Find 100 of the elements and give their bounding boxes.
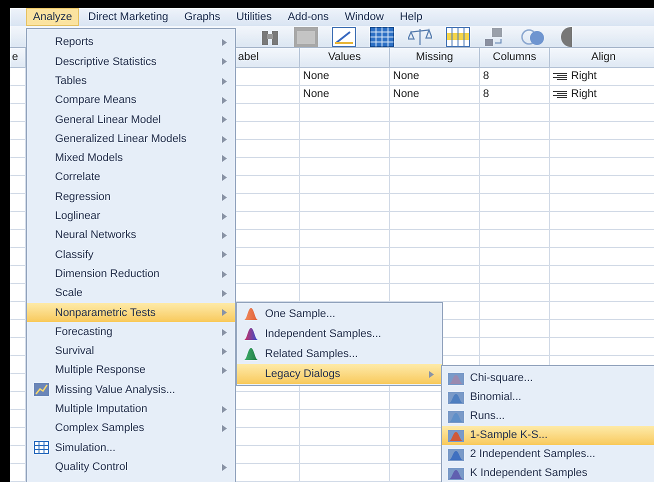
table-cell-text: None [393, 87, 420, 102]
menu-item-label: Runs... [470, 409, 506, 424]
menu-item-label: Quality Control [55, 460, 129, 475]
scales-icon[interactable] [408, 26, 432, 46]
test-icon [448, 392, 464, 404]
column-header: abel [238, 50, 259, 66]
menu-item-label: Related Samples... [265, 346, 359, 362]
menu-item[interactable]: Independent Samples... [237, 324, 442, 344]
menu-item[interactable]: Descriptive Statistics [27, 52, 235, 72]
menu-item-label: Forecasting [55, 324, 114, 340]
test-icon [448, 410, 464, 422]
bell-curve-icon [244, 328, 258, 340]
menu-item[interactable]: Nonparametric Tests [27, 303, 235, 322]
menu-item[interactable]: Complex Samples [27, 418, 235, 438]
menu-item-label: Descriptive Statistics [55, 54, 158, 70]
menu-bar-item[interactable]: Window [338, 8, 391, 26]
column-header: Columns [492, 50, 536, 66]
table-icon[interactable] [446, 26, 470, 46]
menu-bar-item[interactable]: Add-ons [280, 8, 336, 26]
menu-item[interactable]: Related Samples... [237, 344, 442, 364]
chart-edit-icon[interactable] [332, 26, 356, 46]
menu-item[interactable]: One Sample... [237, 304, 442, 324]
menu-item[interactable]: 2 Independent Samples... [442, 445, 654, 464]
menu-item-label: Generalized Linear Models [55, 132, 188, 147]
menu-item[interactable]: Dimension Reduction [27, 264, 235, 284]
menu-item[interactable]: Survival [27, 342, 235, 362]
menu-item-label: Tables [55, 74, 88, 89]
submenu-arrow-icon [222, 116, 227, 124]
window-icon[interactable] [294, 26, 318, 46]
menu-item[interactable]: K Independent Samples [442, 464, 654, 482]
menu-item-label: Loglinear [55, 209, 102, 224]
menu-item[interactable]: Scale [27, 284, 235, 304]
menu-item[interactable]: Mixed Models [27, 148, 235, 168]
menu-item[interactable]: Forecasting [27, 322, 235, 342]
table-icon[interactable] [370, 26, 394, 46]
menu-item[interactable]: Generalized Linear Models [27, 129, 235, 149]
submenu-arrow-icon [222, 367, 227, 374]
menu-item[interactable]: Chi-square... [442, 369, 654, 388]
menu-item[interactable]: Tables [27, 72, 235, 91]
table-cell-text: None [303, 69, 330, 84]
submenu-arrow-icon [222, 212, 227, 220]
menu-item-label: Multiple Imputation [55, 402, 148, 418]
menu-item[interactable]: Regression [27, 187, 235, 207]
menu-item-label: Survival [55, 344, 96, 360]
submenu-arrow-icon [222, 425, 227, 432]
menu-item-label: Mixed Models [55, 151, 124, 166]
menu-item-label: Regression [55, 190, 112, 205]
submenu-arrow-icon [222, 290, 227, 297]
menu-item-label: K Independent Samples [470, 466, 588, 482]
menu-item[interactable]: Correlate [27, 168, 235, 188]
menu-item-label: Missing Value Analysis... [55, 382, 176, 398]
submenu-arrow-icon [429, 370, 434, 378]
chart-icon [34, 383, 48, 396]
grid-icon [34, 441, 48, 454]
menu-item[interactable]: Binomial... [442, 388, 654, 407]
submenu-arrow-icon [222, 251, 227, 258]
menu-item[interactable]: Multiple Imputation [27, 400, 235, 419]
table-cell-text: Right [571, 69, 597, 84]
menu-item[interactable]: Reports [27, 33, 235, 52]
menu-item[interactable]: Missing Value Analysis... [27, 380, 235, 400]
menu-item-label: Chi-square... [470, 371, 534, 386]
align-right-icon [553, 90, 567, 98]
column-header: Values [328, 50, 361, 66]
submenu-arrow-icon [222, 464, 227, 471]
menu-item[interactable]: Compare Means [27, 90, 235, 110]
menu-bar-item[interactable]: Utilities [229, 8, 279, 26]
submenu-arrow-icon [222, 174, 227, 182]
menu-item[interactable]: Legacy Dialogs [237, 364, 442, 384]
menu-item-label: Nonparametric Tests [55, 306, 157, 321]
circles-icon[interactable] [520, 26, 546, 46]
menu-bar-item[interactable]: Help [392, 8, 430, 26]
table-cell-text: None [303, 87, 330, 102]
menu-item-label: Binomial... [470, 390, 522, 406]
menu-item[interactable]: Multiple Response [27, 361, 235, 380]
menu-bar-item[interactable]: Analyze [26, 8, 80, 26]
submenu-arrow-icon [222, 270, 227, 278]
menu-bar-item[interactable]: Direct Marketing [81, 8, 176, 26]
menu-item[interactable]: General Linear Model [27, 110, 235, 130]
bell-curve-icon [244, 308, 258, 320]
submenu-arrow-icon [222, 309, 227, 316]
table-cell-text: None [393, 69, 420, 84]
menu-item-label: Simulation... [55, 440, 117, 456]
test-icon [448, 448, 464, 460]
menu-item[interactable]: Loglinear [27, 206, 235, 226]
menu-item-label: Classify [55, 248, 95, 263]
menu-item[interactable]: Simulation... [27, 438, 235, 458]
menu-item[interactable]: Classify [27, 245, 235, 265]
menu-item[interactable]: Runs... [442, 407, 654, 426]
menu-item[interactable]: 1-Sample K-S... [442, 426, 654, 445]
menu-item-label: Legacy Dialogs [265, 366, 342, 382]
submenu-arrow-icon [222, 194, 227, 201]
table-cell-text: Right [571, 87, 597, 102]
table-cell-text: 8 [483, 87, 490, 102]
menu-bar-item[interactable]: Graphs [177, 8, 228, 26]
submenu-arrow-icon [222, 39, 227, 46]
menu-item-label: Scale [55, 286, 84, 302]
menu-item[interactable]: Quality Control [27, 458, 235, 477]
column-header: Align [591, 50, 616, 66]
menu-item[interactable]: Neural Networks [27, 226, 235, 246]
test-icon [448, 372, 464, 384]
